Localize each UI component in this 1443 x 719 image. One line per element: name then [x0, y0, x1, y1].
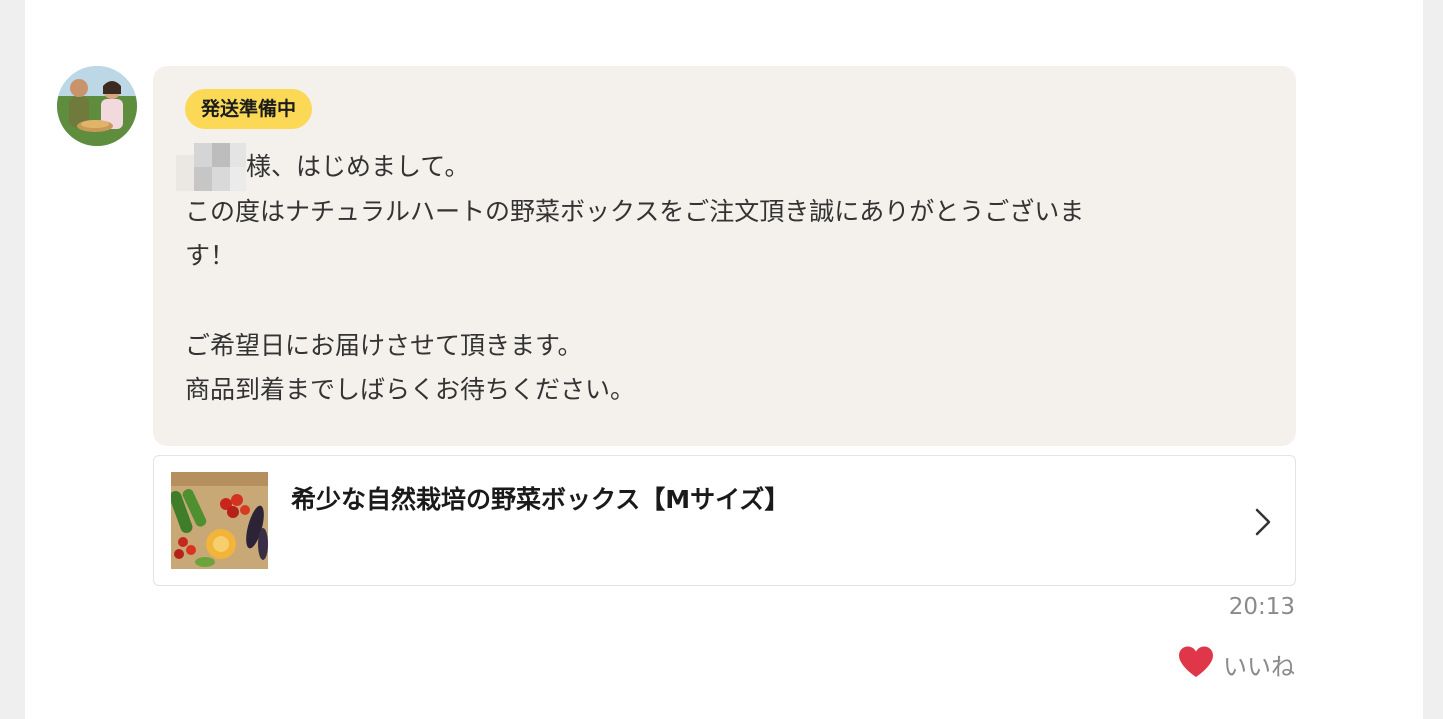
message-line-3: ご希望日にお届けさせて頂きます。: [185, 331, 583, 360]
chevron-right-icon[interactable]: [1251, 506, 1275, 538]
status-badge: 発送準備中: [185, 89, 313, 129]
product-title: 希少な自然栽培の野菜ボックス【Mサイズ】: [291, 485, 790, 514]
message-line-2: す！: [185, 241, 236, 270]
heart-icon: [1177, 645, 1215, 683]
message-line-1: この度はナチュラルハートの野菜ボックスをご注文頂き誠にありがとうございま: [185, 197, 1085, 226]
sender-avatar[interactable]: [57, 66, 137, 146]
message-timestamp: 20:13: [1228, 594, 1295, 620]
like-button[interactable]: いいね: [1177, 645, 1295, 683]
product-thumbnail: [169, 472, 268, 569]
product-card[interactable]: 希少な自然栽培の野菜ボックス【Mサイズ】: [153, 455, 1296, 586]
message-greeting: 様、はじめまして。: [246, 152, 470, 181]
message-line-4: 商品到着までしばらくお待ちください。: [185, 375, 636, 404]
like-label: いいね: [1223, 652, 1295, 681]
blurred-customer-name: [176, 143, 246, 191]
